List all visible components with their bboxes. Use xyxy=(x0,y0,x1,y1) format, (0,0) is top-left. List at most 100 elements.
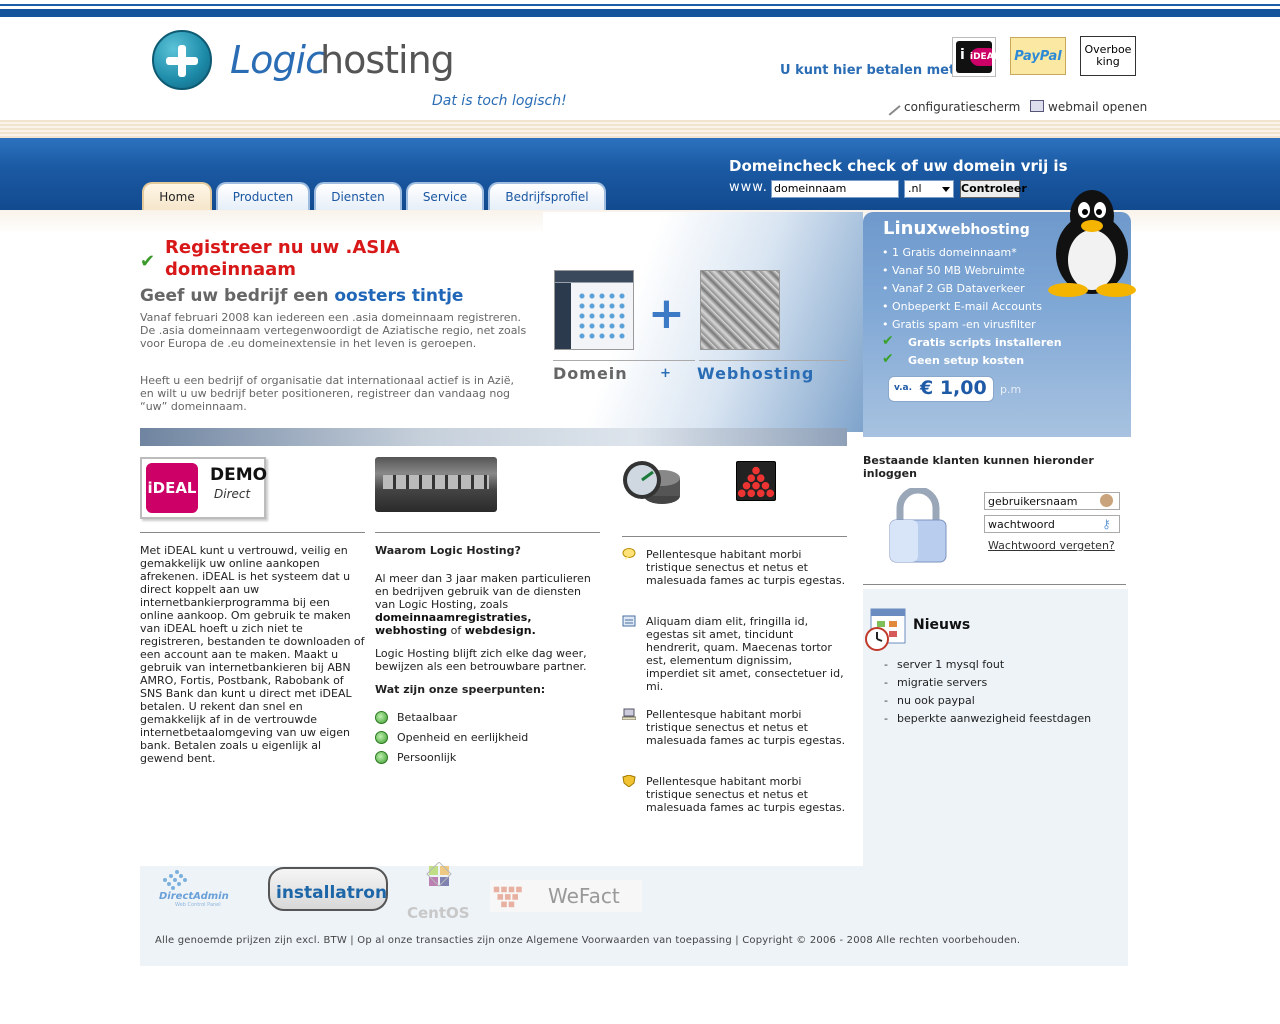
info-item: Pellentesque habitant morbi tristique se… xyxy=(646,708,846,747)
tab-service[interactable]: Service xyxy=(406,182,484,210)
key-icon: ⚷ xyxy=(1102,517,1111,531)
tld-select[interactable]: .nl xyxy=(904,180,954,198)
linux-title-bold: Linux xyxy=(883,218,938,239)
ideal-description: Met iDEAL kunt u vertrouwd, veilig en ge… xyxy=(140,544,365,765)
payment-label: U kunt hier betalen met: xyxy=(780,63,961,78)
hero-divider xyxy=(699,360,847,361)
directadmin-text: DirectAdmin xyxy=(159,891,229,902)
arrow-circle-icon xyxy=(375,751,388,764)
why-heading: Waarom Logic Hosting? xyxy=(375,544,521,557)
mail-icon xyxy=(1030,100,1044,112)
config-link[interactable]: configuratiescherm xyxy=(885,100,1021,116)
webmail-link-label: webmail openen xyxy=(1048,100,1148,114)
footer-copyright: Alle genoemde prijzen zijn excl. BTW | O… xyxy=(155,935,1021,946)
news-item[interactable]: - beperkte aanwezigheid feestdagen xyxy=(884,712,1091,725)
feature-label: Persoonlijk xyxy=(397,751,457,764)
arrow-circle-icon xyxy=(375,731,388,744)
paypal-text: PayPal xyxy=(1014,49,1062,64)
hero-domain-label: Domein xyxy=(553,364,628,383)
tab-bedrijfsprofiel[interactable]: Bedrijfsprofiel xyxy=(488,182,606,210)
computer-icon xyxy=(622,708,636,720)
forgot-password-link[interactable]: Wachtwoord vergeten? xyxy=(988,539,1115,552)
wrench-icon xyxy=(885,101,901,116)
linux-feature: • Vanaf 50 MB Webruimte xyxy=(882,264,1025,277)
hero-subtitle: Geef uw bedrijf een oosters tintje xyxy=(140,286,463,306)
wefact-logo[interactable]: WeFact xyxy=(490,880,642,912)
news-item-label: nu ook paypal xyxy=(896,694,975,707)
news-item-label: server 1 mysql fout xyxy=(896,658,1005,671)
password-input[interactable]: wachtwoord xyxy=(984,515,1120,533)
linux-feature-bold: Gratis scripts installeren xyxy=(908,336,1062,349)
speerpunten-heading: Wat zijn onze speerpunten: xyxy=(375,683,546,696)
linux-feature: • Gratis spam -en virusfilter xyxy=(882,318,1036,331)
info-item: Aliquam diam elit, fringilla id, egestas… xyxy=(646,615,844,693)
directadmin-logo[interactable]: DirectAdmin Web Control Panel xyxy=(155,866,251,912)
domaincheck-title: Domeincheck check of uw domein vrij is xyxy=(729,157,1068,175)
domain-panel-screenshot xyxy=(554,270,634,350)
logo-word-hosting[interactable]: hosting xyxy=(320,38,455,82)
domain-input[interactable]: domeinnaam xyxy=(771,180,899,198)
shield-icon xyxy=(622,775,636,787)
directadmin-subtext: Web Control Panel xyxy=(175,902,221,908)
ideal-badge: iDEAL xyxy=(146,463,198,513)
arrow-circle-icon xyxy=(375,711,388,724)
top-stripe xyxy=(0,0,1280,17)
wefact-text: WeFact xyxy=(548,884,620,908)
hero-plus-label: + xyxy=(660,366,671,381)
logo-tagline: Dat is toch logisch! xyxy=(432,93,567,109)
logo-plus-icon[interactable] xyxy=(152,30,212,90)
tab-producten[interactable]: Producten xyxy=(216,182,310,210)
info-item: Pellentesque habitant morbi tristique se… xyxy=(646,775,846,814)
column-divider xyxy=(140,532,365,533)
feature-item: Betaalbaar xyxy=(375,711,457,724)
installatron-text: installatron xyxy=(276,883,388,903)
calendar-clock-icon xyxy=(865,608,906,651)
hero-paragraph-1: Vanaf februari 2008 kan iedereen een .as… xyxy=(140,311,527,350)
news-item[interactable]: - server 1 mysql fout xyxy=(884,658,1004,671)
checkmark-icon: ✔ xyxy=(882,351,894,367)
checkmark-icon: ✔ xyxy=(882,333,894,349)
linux-feature: • Vanaf 2 GB Dataverkeer xyxy=(882,282,1025,295)
tux-penguin-icon xyxy=(1048,190,1136,297)
chevron-down-icon xyxy=(942,187,950,192)
ideal-demo-banner[interactable]: iDEAL DEMO Direct xyxy=(140,457,268,519)
tab-home[interactable]: Home xyxy=(142,182,212,210)
news-item-label: migratie servers xyxy=(896,676,988,689)
centos-logo[interactable]: CentOS xyxy=(403,861,475,924)
gauge-database-icon xyxy=(623,461,680,504)
webmail-link[interactable]: webmail openen xyxy=(1030,100,1147,114)
server-image xyxy=(375,457,497,512)
hero-subtitle-part1: Geef uw bedrijf een xyxy=(140,286,335,306)
tab-diensten[interactable]: Diensten xyxy=(314,182,402,210)
paypal-payment-logo[interactable]: PayPal xyxy=(1010,37,1066,75)
config-link-label: configuratiescherm xyxy=(904,100,1021,114)
overboeking-payment-logo[interactable]: Overboe king xyxy=(1080,36,1136,76)
linux-feature: • 1 Gratis domeinnaam* xyxy=(882,246,1017,259)
login-title: Bestaande klanten kunnen hieronder inlog… xyxy=(863,454,1094,480)
hosting-cubes-image xyxy=(700,270,780,350)
news-item-label: beperkte aanwezigheid feestdagen xyxy=(896,712,1092,725)
checkmark-icon: ✔ xyxy=(140,251,156,272)
why-paragraph: Al meer dan 3 jaar maken particulieren e… xyxy=(375,572,600,637)
why-paragraph-2: Logic Hosting blijft zich elke dag weer,… xyxy=(375,647,587,673)
installatron-logo[interactable]: installatron xyxy=(268,867,388,911)
centos-text: CentOS xyxy=(407,904,470,922)
ideal-payment-logo[interactable]: i iDEAL xyxy=(952,37,999,77)
ideal-demo-text: DEMO xyxy=(210,465,268,485)
controleer-button[interactable]: Controleer xyxy=(960,180,1027,198)
linux-feature-bold: Geen setup kosten xyxy=(908,354,1025,367)
linux-title: Linuxwebhosting xyxy=(883,218,1030,239)
header-stripes xyxy=(0,120,1280,138)
column-divider xyxy=(375,532,600,533)
logo-word-logic[interactable]: Logic xyxy=(230,38,326,82)
feature-label: Openheid en eerlijkheid xyxy=(397,731,529,744)
linux-title-rest: webhosting xyxy=(937,222,1030,238)
price-value: € 1,00 xyxy=(920,377,987,399)
linux-feature: • Onbeperkt E-mail Accounts xyxy=(882,300,1042,313)
news-item[interactable]: - migratie servers xyxy=(884,676,987,689)
hero-title[interactable]: Registreer nu uw .ASIA domeinnaam xyxy=(165,237,465,281)
news-title: Nieuws xyxy=(913,617,971,633)
news-item[interactable]: - nu ook paypal xyxy=(884,694,975,707)
why-text-c: of xyxy=(447,624,465,637)
user-icon xyxy=(1100,494,1113,507)
